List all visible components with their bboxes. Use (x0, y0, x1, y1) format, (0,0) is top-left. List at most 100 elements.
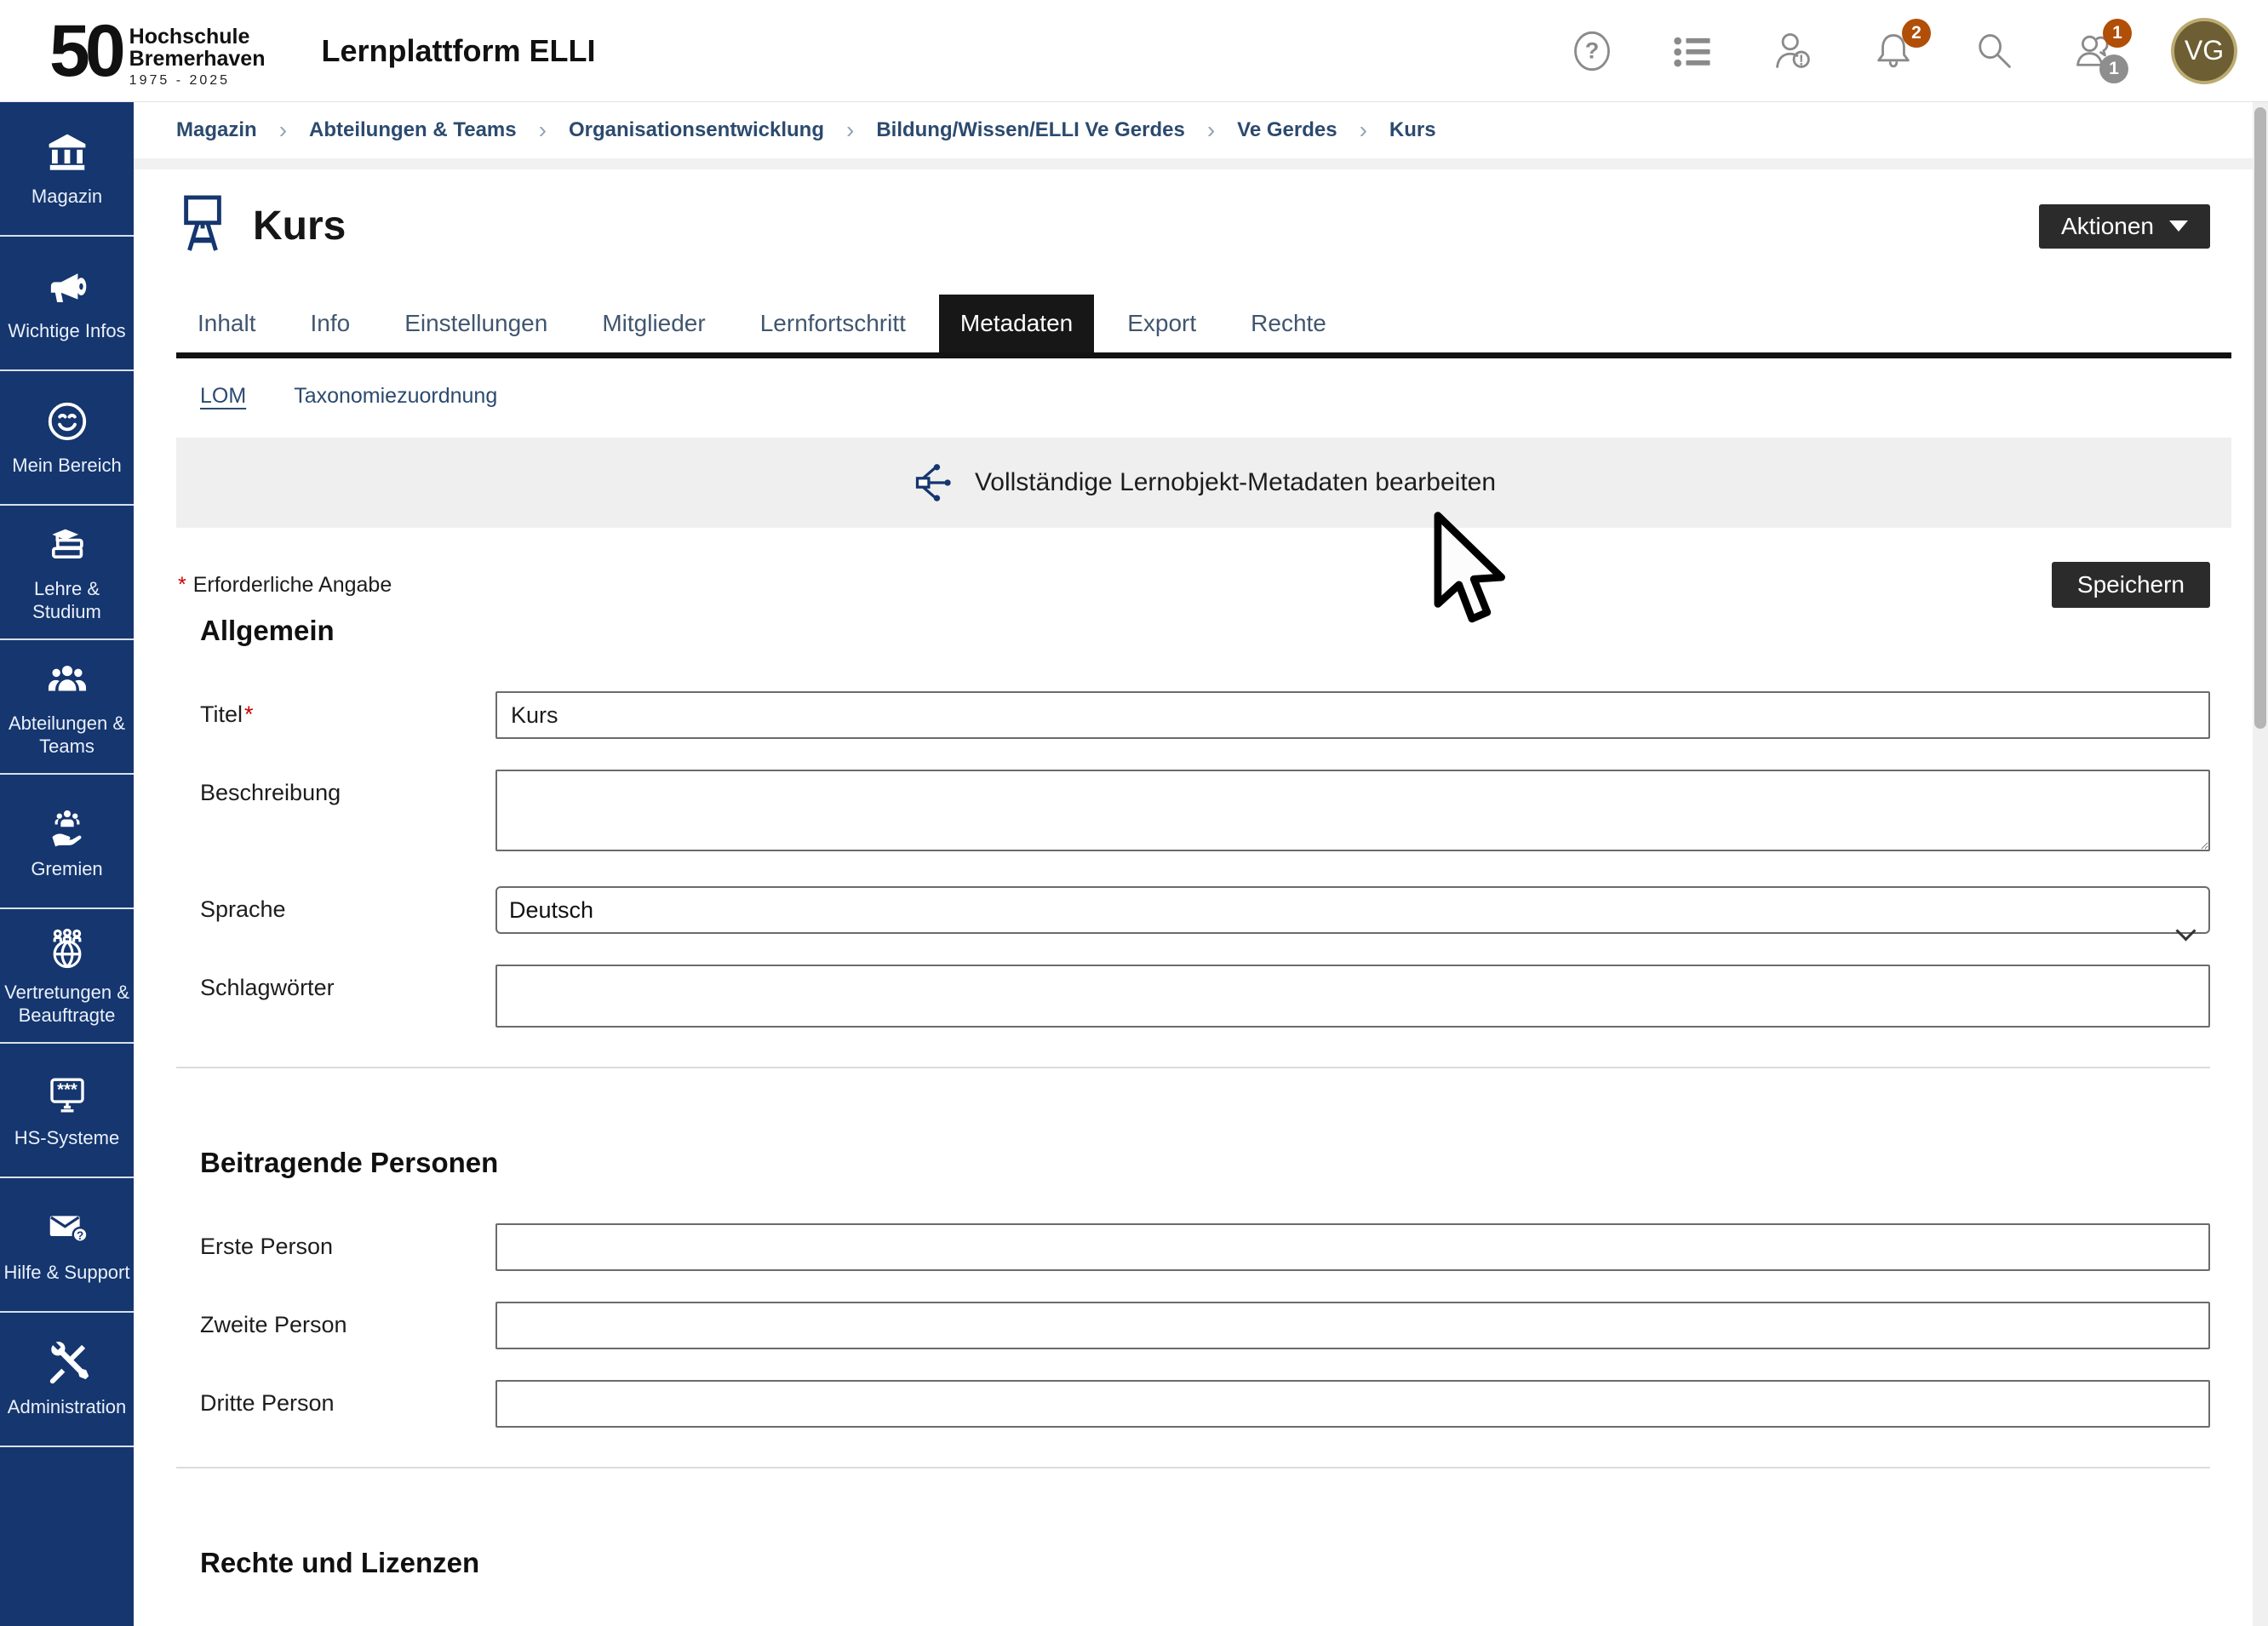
sidebar-item-magazin[interactable]: Magazin (0, 102, 134, 237)
megaphone-icon (44, 263, 90, 311)
language-select[interactable]: Deutsch (495, 886, 2210, 934)
schlagwoerter-label: Schlagwörter (176, 965, 495, 1001)
subtab-lom[interactable]: LOM (200, 384, 246, 409)
erste-person-input[interactable] (495, 1223, 2210, 1271)
erste-person-label: Erste Person (176, 1223, 495, 1260)
breadcrumb-link[interactable]: Abteilungen & Teams (309, 118, 517, 142)
banner-label: Vollständige Lernobjekt-Metadaten bearbe… (975, 468, 1496, 497)
logo-line2: Bremerhaven (129, 48, 266, 70)
tab-info[interactable]: Info (289, 295, 372, 352)
sidebar-item-lehre-studium[interactable]: Lehre & Studium (0, 506, 134, 640)
beschreibung-textarea[interactable] (495, 770, 2210, 851)
field-row-sprache: Sprache Deutsch (176, 886, 2231, 934)
topbar-icon-group: ? ! (1568, 18, 2237, 84)
edit-full-metadata-banner[interactable]: Vollständige Lernobjekt-Metadaten bearbe… (176, 438, 2231, 528)
globe-people-icon (44, 925, 90, 972)
smiley-icon (44, 398, 90, 445)
section-rechte: Rechte und Lizenzen (200, 1547, 2231, 1579)
breadcrumb-link[interactable]: Magazin (176, 118, 257, 142)
tab-export[interactable]: Export (1106, 295, 1217, 352)
zweite-person-label: Zweite Person (176, 1302, 495, 1338)
tab-inhalt[interactable]: Inhalt (176, 295, 278, 352)
breadcrumb-separator: › (846, 117, 854, 144)
sidebar-item-hilfe-support[interactable]: ? Hilfe & Support (0, 1178, 134, 1313)
tab-mitglieder[interactable]: Mitglieder (581, 295, 726, 352)
sidebar-filler (0, 1447, 134, 1626)
section-beitragende: Beitragende Personen (200, 1147, 2231, 1179)
sidebar-item-vertretungen[interactable]: Vertretungen & Beauftragte (0, 909, 134, 1044)
breadcrumb-separator: › (539, 117, 547, 144)
breadcrumb-separator: › (1360, 117, 1367, 144)
svg-text:!: ! (1799, 51, 1804, 68)
app-title: Lernplattform ELLI (321, 33, 595, 69)
mail-help-icon: ? (44, 1205, 90, 1252)
logo-50-text: 50 (49, 14, 121, 88)
app-window: 50 Hochschule Bremerhaven 1975 - 2025 Le… (0, 0, 2268, 1626)
sidebar-item-administration[interactable]: Administration (0, 1313, 134, 1447)
breadcrumb-separator: › (1207, 117, 1215, 144)
contacts-badge-top: 1 (2103, 19, 2132, 48)
breadcrumb-link[interactable]: Bildung/Wissen/ELLI Ve Gerdes (876, 118, 1185, 142)
tab-einstellungen[interactable]: Einstellungen (383, 295, 569, 352)
required-note: *Erforderliche Angabe (178, 573, 392, 598)
breadcrumb-link[interactable]: Ve Gerdes (1237, 118, 1337, 142)
help-button[interactable]: ? (1568, 27, 1616, 75)
course-easel-icon (176, 190, 229, 262)
logo-years: 1975 - 2025 (129, 74, 266, 89)
tab-bar: Inhalt Info Einstellungen Mitglieder Ler… (176, 295, 2231, 358)
tab-metadaten[interactable]: Metadaten (939, 295, 1094, 352)
breadcrumb-divider (134, 158, 2268, 169)
main-content: Magazin › Abteilungen & Teams › Organisa… (134, 102, 2268, 1626)
zweite-person-input[interactable] (495, 1302, 2210, 1349)
breadcrumb-separator: › (279, 117, 287, 144)
field-row-erste-person: Erste Person (176, 1223, 2231, 1271)
field-row-zweite-person: Zweite Person (176, 1302, 2231, 1349)
contacts-badge-bottom: 1 (2099, 54, 2128, 83)
search-button[interactable] (1970, 27, 2018, 75)
tab-lernfortschritt[interactable]: Lernfortschritt (739, 295, 927, 352)
sidebar-item-mein-bereich[interactable]: Mein Bereich (0, 371, 134, 506)
avatar[interactable]: VG (2171, 18, 2237, 84)
logo-line1: Hochschule (129, 26, 266, 48)
vertical-scrollbar-track[interactable] (2253, 102, 2268, 1626)
vertical-scrollbar-thumb[interactable] (2254, 107, 2266, 729)
titel-label: Titel* (176, 691, 495, 728)
schlagwoerter-input[interactable] (495, 965, 2210, 1028)
metadata-hub-icon (912, 461, 956, 505)
breadcrumb-link[interactable]: Organisationsentwicklung (569, 118, 824, 142)
user-status-button[interactable]: ! (1769, 27, 1817, 75)
subtab-taxonomiezuordnung[interactable]: Taxonomiezuordnung (294, 384, 497, 409)
breadcrumb-current[interactable]: Kurs (1389, 118, 1436, 142)
page-title: Kurs (253, 203, 346, 249)
svg-text:***: *** (57, 1081, 77, 1100)
university-logo[interactable]: 50 Hochschule Bremerhaven 1975 - 2025 (49, 14, 265, 89)
search-icon (1972, 29, 2016, 73)
sprache-label: Sprache (176, 886, 495, 923)
sidebar-item-abteilungen-teams[interactable]: Abteilungen & Teams (0, 640, 134, 775)
user-status-icon: ! (1771, 29, 1815, 73)
dritte-person-input[interactable] (495, 1380, 2210, 1428)
sidebar-item-hs-systeme[interactable]: *** HS-Systeme (0, 1044, 134, 1178)
bank-icon (44, 129, 90, 176)
breadcrumb: Magazin › Abteilungen & Teams › Organisa… (176, 102, 2231, 158)
section-allgemein: Allgemein (200, 615, 2231, 647)
people-icon (44, 656, 90, 703)
sidebar-item-gremien[interactable]: Gremien (0, 775, 134, 909)
field-row-dritte-person: Dritte Person (176, 1380, 2231, 1428)
books-icon (44, 521, 90, 569)
tab-rechte[interactable]: Rechte (1229, 295, 1348, 352)
subtab-bar: LOM Taxonomiezuordnung (200, 384, 2231, 409)
sidebar-item-wichtige-infos[interactable]: Wichtige Infos (0, 237, 134, 371)
list-button[interactable] (1669, 27, 1716, 75)
contacts-button[interactable]: 1 1 (2070, 27, 2118, 75)
titel-input[interactable] (495, 691, 2210, 739)
help-icon: ? (1570, 29, 1614, 73)
list-icon (1670, 29, 1715, 73)
save-button[interactable]: Speichern (2052, 562, 2210, 608)
titel-required-asterisk: * (244, 701, 254, 727)
monitor-icon: *** (44, 1070, 90, 1118)
notifications-button[interactable]: 2 (1870, 27, 1917, 75)
field-row-schlagwoerter: Schlagwörter (176, 965, 2231, 1028)
actions-button[interactable]: Aktionen (2039, 204, 2210, 249)
sidebar: Magazin Wichtige Infos Mein Bereich Lehr… (0, 102, 134, 1626)
